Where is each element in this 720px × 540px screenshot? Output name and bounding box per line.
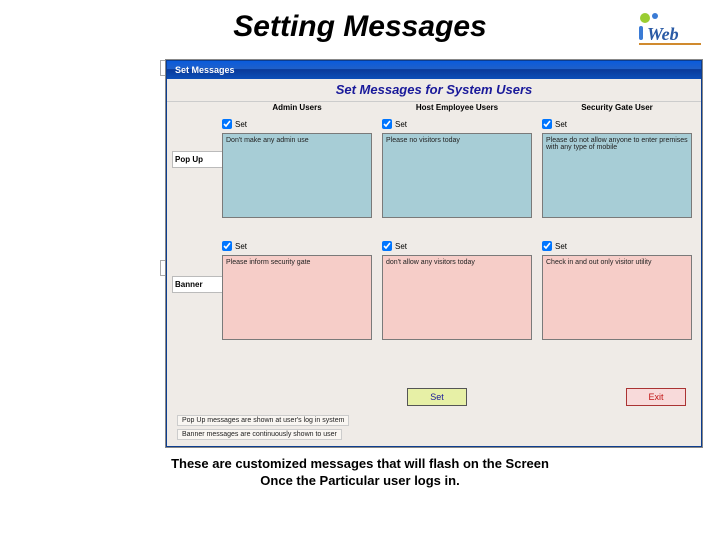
- checkbox-label: Set: [235, 120, 247, 129]
- checkbox-icon[interactable]: [542, 119, 552, 129]
- checkbox-label: Set: [555, 242, 567, 251]
- banner-security-textarea[interactable]: Check in and out only visitor utility: [542, 255, 692, 340]
- checkbox-label: Set: [395, 242, 407, 251]
- checkbox-icon[interactable]: [382, 241, 392, 251]
- set-button[interactable]: Set: [407, 388, 467, 406]
- footnote-popup: Pop Up messages are shown at user's log …: [177, 415, 349, 426]
- checkbox-icon[interactable]: [222, 241, 232, 251]
- svg-text:Web: Web: [647, 24, 679, 44]
- row-label-banner: Banner: [172, 276, 223, 293]
- popup-admin-textarea[interactable]: Don't make any admin use: [222, 133, 372, 218]
- banner-security-set-checkbox[interactable]: Set: [542, 241, 692, 251]
- col-header-security: Security Gate User: [542, 103, 692, 112]
- exit-button[interactable]: Exit: [626, 388, 686, 406]
- popup-security-set-checkbox[interactable]: Set: [542, 119, 692, 129]
- checkbox-label: Set: [235, 242, 247, 251]
- checkbox-label: Set: [555, 120, 567, 129]
- popup-security-textarea[interactable]: Please do not allow anyone to enter prem…: [542, 133, 692, 218]
- popup-host-set-checkbox[interactable]: Set: [382, 119, 532, 129]
- col-header-host: Host Employee Users: [382, 103, 532, 112]
- window-title-text: Set Messages: [175, 65, 235, 75]
- checkbox-icon[interactable]: [542, 241, 552, 251]
- banner-admin-textarea[interactable]: Please inform security gate: [222, 255, 372, 340]
- banner-host-set-checkbox[interactable]: Set: [382, 241, 532, 251]
- popup-admin-set-checkbox[interactable]: Set: [222, 119, 372, 129]
- banner-admin-set-checkbox[interactable]: Set: [222, 241, 372, 251]
- col-header-admin: Admin Users: [222, 103, 372, 112]
- footnote-banner: Banner messages are continuously shown t…: [177, 429, 342, 440]
- banner-host-textarea[interactable]: don't allow any visitors today: [382, 255, 532, 340]
- popup-host-textarea[interactable]: Please no visitors today: [382, 133, 532, 218]
- row-label-popup: Pop Up: [172, 151, 223, 168]
- checkbox-icon[interactable]: [222, 119, 232, 129]
- caption-line-2: Once the Particular user logs in.: [260, 473, 459, 488]
- messages-grid: Admin Users Host Employee Users Security…: [222, 101, 695, 378]
- window-banner: Set Messages for System Users: [167, 79, 701, 102]
- set-messages-window: Set Messages Set Messages for System Use…: [166, 60, 702, 447]
- slide-caption: These are customized messages that will …: [0, 456, 720, 490]
- slide-title: Setting Messages: [0, 10, 720, 44]
- iweb-logo: Web: [635, 8, 705, 48]
- window-titlebar: Set Messages: [167, 61, 701, 79]
- checkbox-icon[interactable]: [382, 119, 392, 129]
- checkbox-label: Set: [395, 120, 407, 129]
- caption-line-1: These are customized messages that will …: [171, 456, 549, 471]
